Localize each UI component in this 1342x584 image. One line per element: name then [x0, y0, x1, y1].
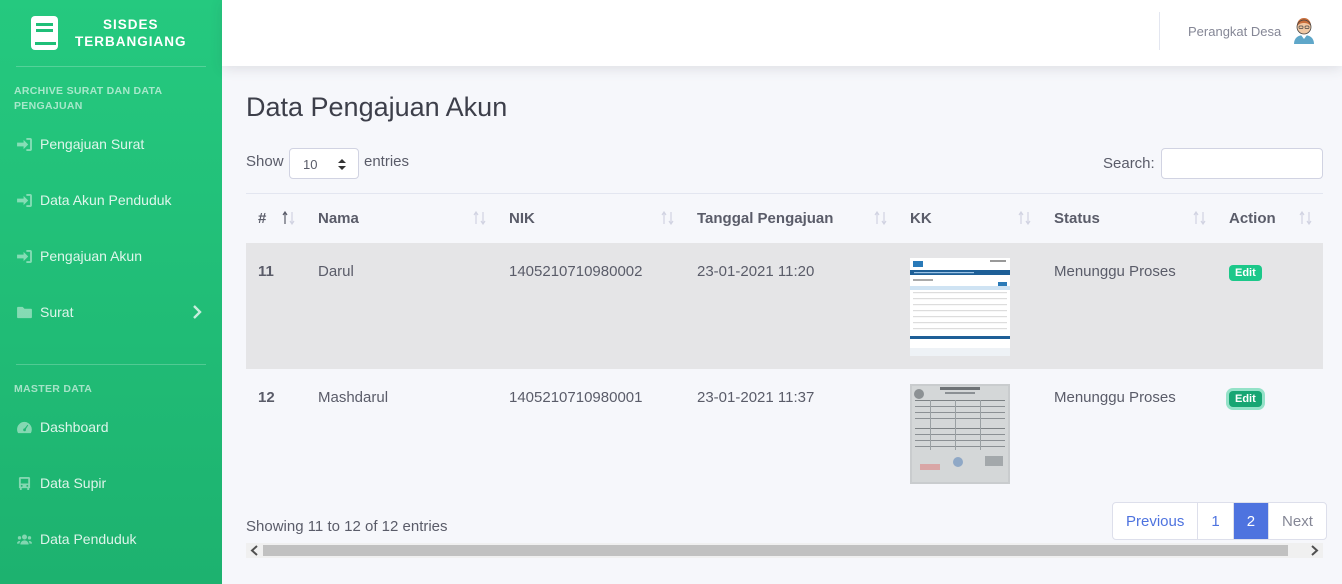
book-icon: [31, 16, 58, 50]
cell-tanggal: 23-01-2021 11:37: [697, 388, 815, 406]
search-label: Search:: [1103, 155, 1155, 172]
sidebar: SISDES TERBANGIANG ARCHIVE SURAT DAN DAT…: [0, 0, 222, 584]
cell-nik: 1405210710980001: [509, 388, 643, 406]
bus-icon: [16, 476, 32, 490]
topbar-divider: [1159, 12, 1160, 50]
column-header-nik[interactable]: NIK: [497, 194, 685, 243]
cell-status: Menunggu Proses: [1054, 262, 1176, 280]
folder-icon: [16, 305, 32, 319]
brand-line1: SISDES: [102, 17, 159, 32]
table-row: 12 Mashdarul 1405210710980001 23-01-2021…: [246, 368, 1323, 495]
cell-id: 11: [258, 262, 274, 280]
horizontal-scrollbar[interactable]: [246, 543, 1323, 558]
cell-kk: [898, 369, 1042, 495]
pagination-page-2[interactable]: 2: [1233, 503, 1270, 539]
sidebar-item-pengajuan-akun[interactable]: Pengajuan Akun: [0, 228, 222, 284]
brand-name: SISDES TERBANGIANG: [75, 16, 187, 50]
sign-in-icon: [16, 137, 32, 151]
table-row: 11 Darul 1405210710980002 23-01-2021 11:…: [246, 242, 1323, 369]
column-header-kk[interactable]: KK: [898, 194, 1042, 243]
chevron-right-icon: [193, 305, 202, 319]
cell-tanggal: 23-01-2021 11:20: [697, 262, 815, 280]
cell-action: Edit: [1217, 369, 1323, 495]
sidebar-item-label: Pengajuan Surat: [40, 136, 145, 152]
column-label: Status: [1054, 209, 1100, 227]
pagination-previous[interactable]: Previous: [1113, 503, 1199, 539]
entries-label: entries: [364, 153, 410, 170]
sort-icon: [874, 211, 887, 225]
table-header-row: # Nama NIK Tanggal Pengajuan KK Status A…: [246, 193, 1323, 243]
sidebar-item-surat[interactable]: Surat: [0, 284, 222, 340]
cell-status: Menunggu Proses: [1054, 388, 1176, 406]
sort-icon: [1299, 211, 1312, 225]
brand[interactable]: SISDES TERBANGIANG: [0, 0, 222, 66]
table-info: Showing 11 to 12 of 12 entries: [246, 518, 448, 535]
sign-in-icon: [16, 193, 32, 207]
cell-action: Edit: [1217, 243, 1323, 369]
cell-kk: [898, 243, 1042, 369]
sidebar-item-label: Pengajuan Akun: [40, 248, 142, 264]
edit-button[interactable]: Edit: [1229, 390, 1262, 407]
sidebar-item-label: Dashboard: [40, 419, 109, 435]
column-label: Action: [1229, 209, 1276, 227]
column-label: Tanggal Pengajuan: [697, 209, 834, 227]
cell-nik: 1405210710980002: [509, 262, 643, 280]
cell-id: 12: [258, 388, 275, 406]
column-label: Nama: [318, 209, 359, 227]
cell-nama: Darul: [318, 262, 354, 280]
sign-in-icon: [16, 249, 32, 263]
avatar[interactable]: [1291, 16, 1317, 44]
tachometer-icon: [16, 420, 32, 434]
pagination-next[interactable]: Next: [1269, 503, 1326, 539]
sort-icon: [661, 211, 674, 225]
scroll-right-icon[interactable]: [1308, 545, 1320, 556]
sort-asc-icon: [282, 211, 295, 225]
kk-image[interactable]: [910, 257, 1010, 356]
sidebar-item-data-penduduk[interactable]: Data Penduduk: [0, 511, 222, 567]
select-arrows-icon: [338, 159, 346, 170]
pagination: Previous 1 2 Next: [1112, 502, 1327, 540]
sort-icon: [1018, 211, 1031, 225]
column-header-status[interactable]: Status: [1042, 194, 1217, 243]
column-label: KK: [910, 209, 932, 227]
column-header-number[interactable]: #: [246, 194, 306, 243]
sidebar-item-label: Data Supir: [40, 475, 107, 491]
entries-select[interactable]: 10: [289, 148, 359, 179]
page-title: Data Pengajuan Akun: [246, 92, 508, 122]
sidebar-heading-archive: ARCHIVE SURAT DAN DATA PENGAJUAN: [14, 85, 162, 112]
search-input[interactable]: [1161, 148, 1323, 179]
kk-image[interactable]: [910, 383, 1010, 484]
sidebar-item-dashboard[interactable]: Dashboard: [0, 399, 222, 455]
cell-nama: Mashdarul: [318, 388, 389, 406]
topbar: Perangkat Desa: [222, 0, 1342, 66]
sidebar-item-pengajuan-surat[interactable]: Pengajuan Surat: [0, 116, 222, 172]
column-header-action[interactable]: Action: [1217, 194, 1323, 243]
sidebar-item-data-akun-penduduk[interactable]: Data Akun Penduduk: [0, 172, 222, 228]
sidebar-item-label: Data Penduduk: [40, 531, 137, 547]
sidebar-item-label: Surat: [40, 304, 74, 320]
column-header-tanggal[interactable]: Tanggal Pengajuan: [685, 194, 898, 243]
edit-button[interactable]: Edit: [1229, 264, 1262, 281]
users-icon: [16, 532, 32, 546]
column-label: NIK: [509, 209, 535, 227]
column-label: #: [258, 209, 267, 227]
entries-select-value: 10: [303, 157, 318, 172]
pagination-page-1[interactable]: 1: [1198, 503, 1234, 539]
scrollbar-thumb[interactable]: [263, 545, 1288, 556]
show-label: Show: [246, 153, 284, 170]
sort-icon: [1193, 211, 1206, 225]
sidebar-heading-master: MASTER DATA: [14, 383, 93, 395]
user-name[interactable]: Perangkat Desa: [1188, 24, 1281, 39]
data-table: # Nama NIK Tanggal Pengajuan KK Status A…: [246, 193, 1323, 495]
scroll-left-icon[interactable]: [249, 545, 261, 556]
brand-line2: TERBANGIANG: [75, 34, 187, 49]
sidebar-item-data-supir[interactable]: Data Supir: [0, 455, 222, 511]
sidebar-item-label: Data Akun Penduduk: [40, 192, 172, 208]
column-header-nama[interactable]: Nama: [306, 194, 497, 243]
sort-icon: [473, 211, 486, 225]
